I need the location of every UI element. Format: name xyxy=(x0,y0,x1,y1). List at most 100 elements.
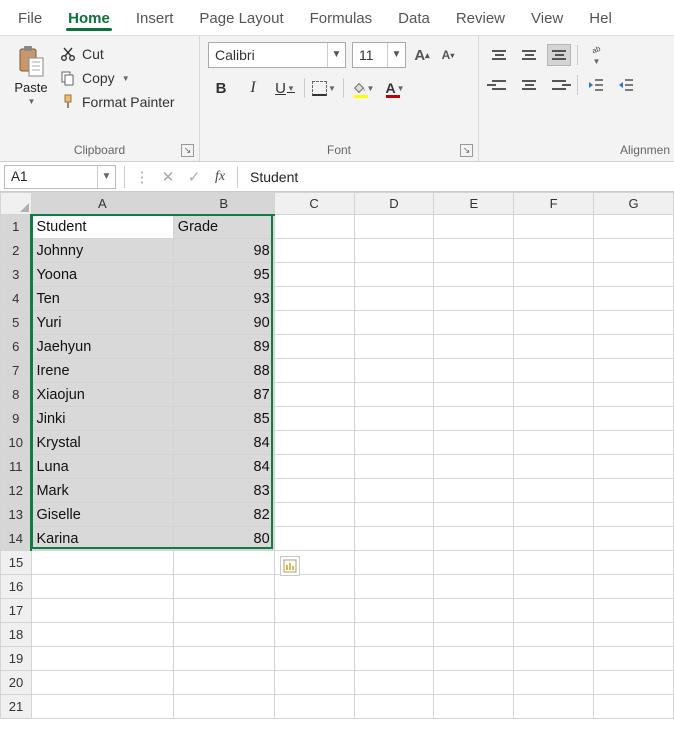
cell-B21[interactable] xyxy=(173,695,274,719)
cell-E3[interactable] xyxy=(434,263,514,287)
col-header-C[interactable]: C xyxy=(274,193,354,215)
decrease-font-button[interactable]: A▾ xyxy=(438,44,458,66)
align-center-button[interactable] xyxy=(517,74,541,96)
cell-E18[interactable] xyxy=(434,623,514,647)
cell-G14[interactable] xyxy=(594,527,674,551)
cell-F14[interactable] xyxy=(514,527,594,551)
cell-C13[interactable] xyxy=(274,503,354,527)
italic-button[interactable]: I xyxy=(240,76,266,100)
cell-G21[interactable] xyxy=(594,695,674,719)
cell-C5[interactable] xyxy=(274,311,354,335)
cell-B18[interactable] xyxy=(173,623,274,647)
cell-C6[interactable] xyxy=(274,335,354,359)
cell-D21[interactable] xyxy=(354,695,434,719)
spreadsheet-grid[interactable]: ABCDEFG1StudentGrade2Johnny983Yoona954Te… xyxy=(0,192,674,732)
cell-C12[interactable] xyxy=(274,479,354,503)
cell-A13[interactable]: Giselle xyxy=(31,503,173,527)
tab-formulas[interactable]: Formulas xyxy=(298,3,385,33)
cell-G2[interactable] xyxy=(594,239,674,263)
col-header-D[interactable]: D xyxy=(354,193,434,215)
cell-G15[interactable] xyxy=(594,551,674,575)
cell-A10[interactable]: Krystal xyxy=(31,431,173,455)
cell-G10[interactable] xyxy=(594,431,674,455)
font-name-combo[interactable]: Calibri ▼ xyxy=(208,42,346,68)
cell-A6[interactable]: Jaehyun xyxy=(31,335,173,359)
cell-D8[interactable] xyxy=(354,383,434,407)
cell-A4[interactable]: Ten xyxy=(31,287,173,311)
cell-D3[interactable] xyxy=(354,263,434,287)
increase-font-button[interactable]: A▴ xyxy=(412,44,432,66)
cell-B19[interactable] xyxy=(173,647,274,671)
row-header-2[interactable]: 2 xyxy=(1,239,32,263)
align-top-button[interactable] xyxy=(487,44,511,66)
borders-button[interactable]: ▼ xyxy=(311,76,337,100)
cell-B11[interactable]: 84 xyxy=(173,455,274,479)
cell-C10[interactable] xyxy=(274,431,354,455)
row-header-12[interactable]: 12 xyxy=(1,479,32,503)
paste-button[interactable]: Paste ▼ xyxy=(8,42,54,139)
decrease-indent-button[interactable] xyxy=(584,74,608,96)
cell-F18[interactable] xyxy=(514,623,594,647)
cell-A16[interactable] xyxy=(31,575,173,599)
cell-E4[interactable] xyxy=(434,287,514,311)
cell-C9[interactable] xyxy=(274,407,354,431)
cell-D2[interactable] xyxy=(354,239,434,263)
cell-F10[interactable] xyxy=(514,431,594,455)
cell-E16[interactable] xyxy=(434,575,514,599)
cell-F7[interactable] xyxy=(514,359,594,383)
cell-F17[interactable] xyxy=(514,599,594,623)
row-header-11[interactable]: 11 xyxy=(1,455,32,479)
cell-A5[interactable]: Yuri xyxy=(31,311,173,335)
cell-F13[interactable] xyxy=(514,503,594,527)
cell-D19[interactable] xyxy=(354,647,434,671)
select-all-corner[interactable] xyxy=(1,193,32,215)
cell-A21[interactable] xyxy=(31,695,173,719)
row-header-14[interactable]: 14 xyxy=(1,527,32,551)
cell-C2[interactable] xyxy=(274,239,354,263)
cell-C3[interactable] xyxy=(274,263,354,287)
cell-B6[interactable]: 89 xyxy=(173,335,274,359)
row-header-20[interactable]: 20 xyxy=(1,671,32,695)
cell-A19[interactable] xyxy=(31,647,173,671)
row-header-10[interactable]: 10 xyxy=(1,431,32,455)
cell-B8[interactable]: 87 xyxy=(173,383,274,407)
cell-G6[interactable] xyxy=(594,335,674,359)
cell-G4[interactable] xyxy=(594,287,674,311)
cell-B17[interactable] xyxy=(173,599,274,623)
enter-icon[interactable]: ✓ xyxy=(181,166,207,188)
tab-file[interactable]: File xyxy=(6,3,54,33)
col-header-A[interactable]: A xyxy=(31,193,173,215)
cell-E5[interactable] xyxy=(434,311,514,335)
cell-B5[interactable]: 90 xyxy=(173,311,274,335)
cell-F8[interactable] xyxy=(514,383,594,407)
cell-D17[interactable] xyxy=(354,599,434,623)
chevron-down-icon[interactable]: ▼ xyxy=(327,43,345,67)
fill-color-button[interactable]: ▼ xyxy=(350,76,376,100)
cell-B7[interactable]: 88 xyxy=(173,359,274,383)
quick-analysis-button[interactable] xyxy=(280,556,300,576)
cell-A2[interactable]: Johnny xyxy=(31,239,173,263)
cell-C14[interactable] xyxy=(274,527,354,551)
row-header-15[interactable]: 15 xyxy=(1,551,32,575)
cell-G18[interactable] xyxy=(594,623,674,647)
tab-home[interactable]: Home xyxy=(56,3,122,33)
col-header-F[interactable]: F xyxy=(514,193,594,215)
cell-E17[interactable] xyxy=(434,599,514,623)
dialog-launcher-icon[interactable]: ↘ xyxy=(460,144,473,157)
cell-D4[interactable] xyxy=(354,287,434,311)
copy-button[interactable]: Copy ▼ xyxy=(60,70,175,86)
cell-F11[interactable] xyxy=(514,455,594,479)
dialog-launcher-icon[interactable]: ↘ xyxy=(181,144,194,157)
cell-C20[interactable] xyxy=(274,671,354,695)
cell-F3[interactable] xyxy=(514,263,594,287)
cell-C11[interactable] xyxy=(274,455,354,479)
cell-G13[interactable] xyxy=(594,503,674,527)
cell-C8[interactable] xyxy=(274,383,354,407)
cell-D10[interactable] xyxy=(354,431,434,455)
cell-G7[interactable] xyxy=(594,359,674,383)
cell-A14[interactable]: Karina xyxy=(31,527,173,551)
cell-G19[interactable] xyxy=(594,647,674,671)
cell-C16[interactable] xyxy=(274,575,354,599)
cell-E20[interactable] xyxy=(434,671,514,695)
tab-hel[interactable]: Hel xyxy=(577,3,624,33)
